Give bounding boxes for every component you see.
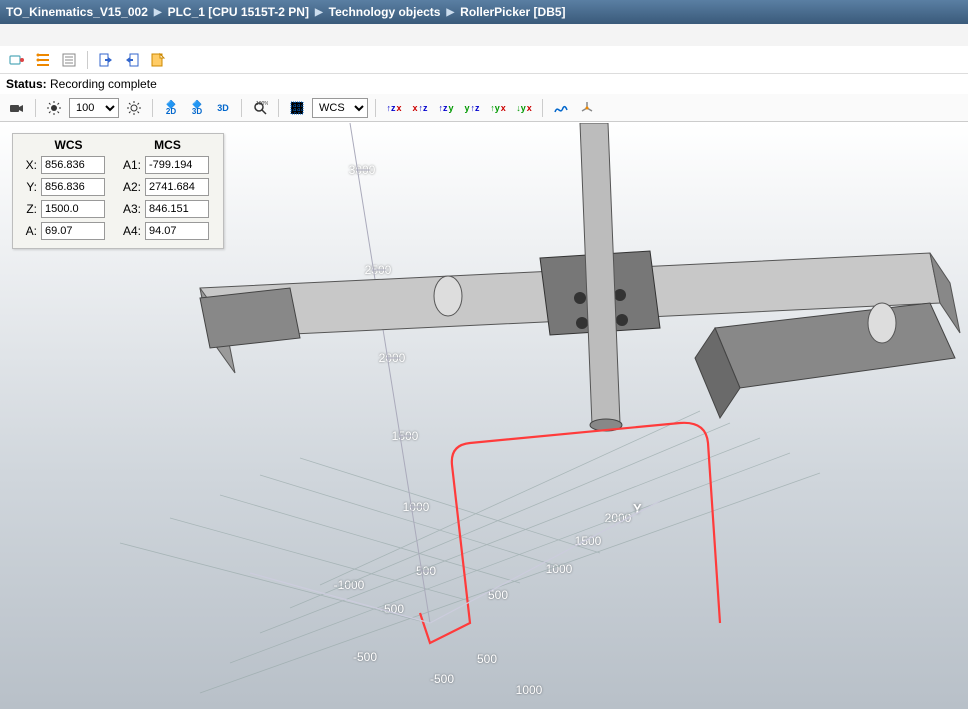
- view-2d3d-button[interactable]: 🔷3D: [186, 97, 208, 119]
- mcs-a3-field[interactable]: [145, 200, 209, 218]
- breadcrumb-item[interactable]: TO_Kinematics_V15_002: [6, 5, 148, 19]
- coord-label: Y:: [19, 180, 37, 194]
- coord-label: A2:: [117, 180, 141, 194]
- coord-label: Z:: [19, 202, 37, 216]
- status-bar: Status: Recording complete: [0, 74, 968, 94]
- zoom-select[interactable]: 100: [69, 98, 119, 118]
- coord-row: A: A4:: [19, 222, 217, 240]
- chevron-right-icon: ▶: [154, 7, 162, 18]
- coord-row: Z: A3:: [19, 200, 217, 218]
- viewport-3d[interactable]: WCS MCS X: A1: Y: A2: Z: A3: A: A4:: [0, 123, 968, 709]
- mcs-a4-field[interactable]: [145, 222, 209, 240]
- coordinate-panel: WCS MCS X: A1: Y: A2: Z: A3: A: A4:: [12, 133, 224, 249]
- brightness-button[interactable]: [123, 97, 145, 119]
- status-text: Recording complete: [50, 77, 157, 91]
- grid-button[interactable]: [286, 97, 308, 119]
- toolbar-separator: [152, 99, 153, 117]
- coord-row: Y: A2:: [19, 178, 217, 196]
- wcs-a-field[interactable]: [41, 222, 105, 240]
- record-button[interactable]: [6, 49, 28, 71]
- axis-xy-button[interactable]: ↓yx: [513, 97, 535, 119]
- export-trace-button[interactable]: [147, 49, 169, 71]
- axis-yx-button[interactable]: ↑yx: [487, 97, 509, 119]
- view-3d-button[interactable]: 3D: [212, 97, 234, 119]
- chevron-right-icon: ▶: [446, 7, 454, 18]
- mcs-a1-field[interactable]: [145, 156, 209, 174]
- wcs-z-field[interactable]: [41, 200, 105, 218]
- breadcrumb-item[interactable]: Technology objects: [329, 5, 441, 19]
- mcs-header: MCS: [118, 138, 217, 152]
- coord-label: A1:: [117, 158, 141, 172]
- coord-row: X: A1:: [19, 156, 217, 174]
- zoom-fit-button[interactable]: 100%: [249, 97, 271, 119]
- axis-xz-button[interactable]: x↑z: [409, 97, 431, 119]
- view-toolbar: 100 🔷2D 🔷3D 3D 100% WCS ↑zx x↑z ↑zy y↑z …: [0, 94, 968, 122]
- breadcrumb-item[interactable]: RollerPicker [DB5]: [460, 5, 565, 19]
- axis-zx-button[interactable]: ↑zx: [383, 97, 405, 119]
- view-2d-button[interactable]: 🔷2D: [160, 97, 182, 119]
- export-button[interactable]: [121, 49, 143, 71]
- frame-button[interactable]: [576, 97, 598, 119]
- coord-label: X:: [19, 158, 37, 172]
- list-button[interactable]: [58, 49, 80, 71]
- camera-button[interactable]: [6, 97, 28, 119]
- toolbar-separator: [542, 99, 543, 117]
- axis-yz-button[interactable]: y↑z: [461, 97, 483, 119]
- trace-button[interactable]: [550, 97, 572, 119]
- wcs-x-field[interactable]: [41, 156, 105, 174]
- breadcrumb: TO_Kinematics_V15_002 ▶ PLC_1 [CPU 1515T…: [0, 0, 968, 24]
- toolbar-separator: [35, 99, 36, 117]
- coord-label: A:: [19, 224, 37, 238]
- wcs-header: WCS: [19, 138, 118, 152]
- options-button[interactable]: [32, 49, 54, 71]
- svg-text:100%: 100%: [256, 101, 268, 107]
- roller-picker-model: [200, 123, 960, 431]
- motion-trace: [420, 423, 720, 643]
- chevron-right-icon: ▶: [315, 7, 323, 18]
- main-toolbar: [0, 46, 968, 74]
- mcs-a2-field[interactable]: [145, 178, 209, 196]
- toolbar-separator: [87, 51, 88, 69]
- import-button[interactable]: [95, 49, 117, 71]
- coord-label: A3:: [117, 202, 141, 216]
- coord-label: A4:: [117, 224, 141, 238]
- light-button[interactable]: [43, 97, 65, 119]
- status-label: Status:: [6, 77, 47, 91]
- toolbar-separator: [241, 99, 242, 117]
- coord-system-select[interactable]: WCS: [312, 98, 368, 118]
- toolbar-separator: [375, 99, 376, 117]
- axis-zy-button[interactable]: ↑zy: [435, 97, 457, 119]
- menubar-spacer: [0, 24, 968, 46]
- wcs-y-field[interactable]: [41, 178, 105, 196]
- breadcrumb-item[interactable]: PLC_1 [CPU 1515T-2 PN]: [168, 5, 309, 19]
- toolbar-separator: [278, 99, 279, 117]
